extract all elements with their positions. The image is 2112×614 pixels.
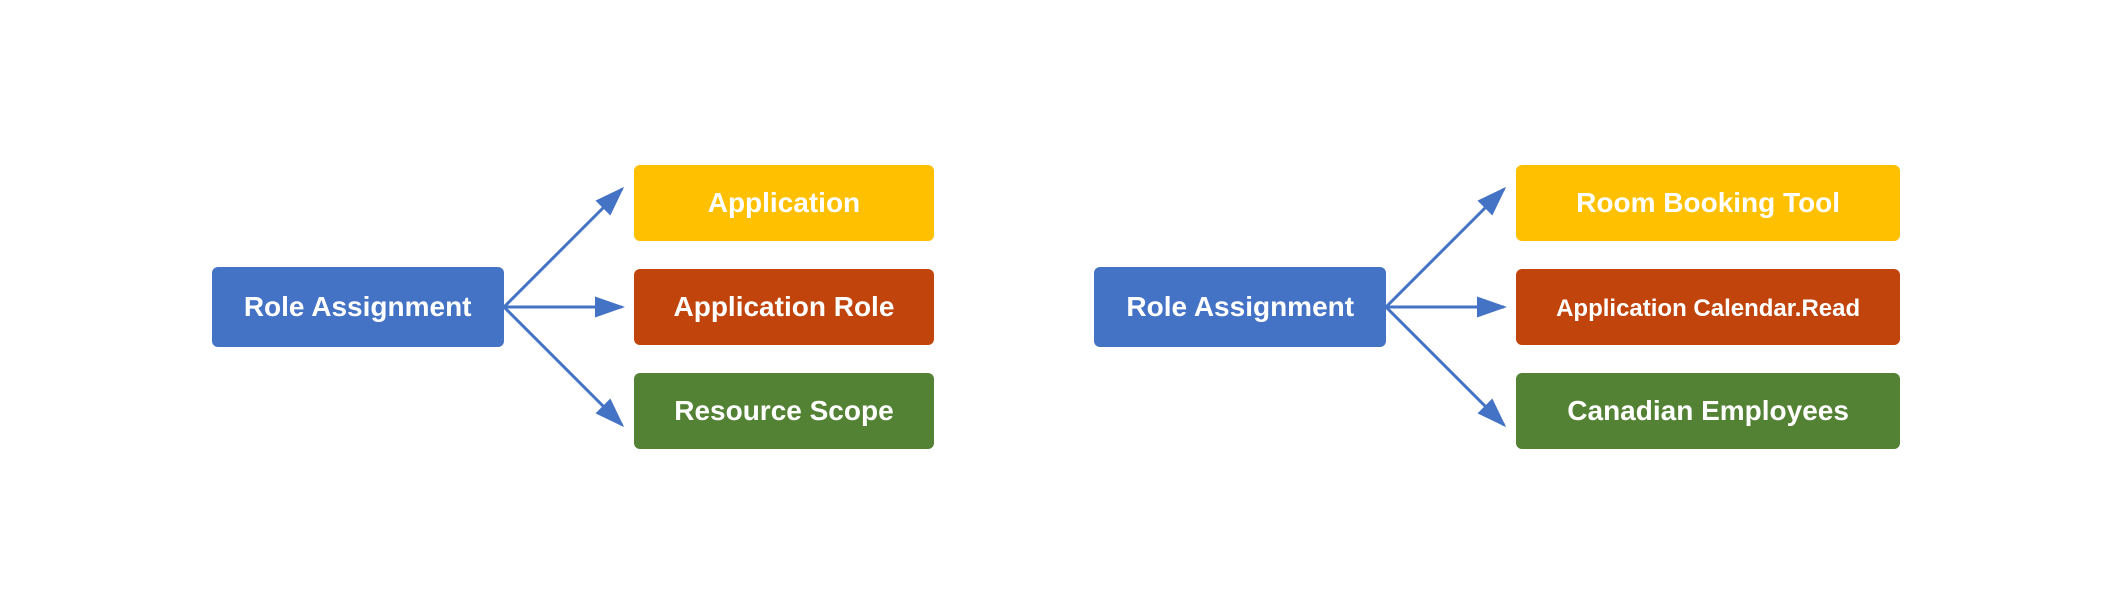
arrows-svg-2 bbox=[1386, 127, 1516, 487]
target-label-calendar-read: Application Calendar.Read bbox=[1556, 295, 1860, 322]
arrows-svg-1 bbox=[504, 127, 634, 487]
source-label-1: Role Assignment bbox=[244, 291, 472, 322]
target-label-application-role: Application Role bbox=[674, 291, 895, 322]
source-box-2: Role Assignment bbox=[1094, 267, 1386, 347]
target-boxes-2: Room Booking Tool Application Calendar.R… bbox=[1516, 165, 1900, 449]
target-label-canadian-employees: Canadian Employees bbox=[1567, 395, 1849, 426]
target-label-resource-scope: Resource Scope bbox=[674, 395, 893, 426]
source-label-2: Role Assignment bbox=[1126, 291, 1354, 322]
target-label-room-booking: Room Booking Tool bbox=[1576, 187, 1840, 218]
target-box-application: Application bbox=[634, 165, 935, 241]
diagrams-container: Role Assignment Application Applicat bbox=[0, 0, 2112, 614]
diagram-1: Role Assignment Application Applicat bbox=[212, 127, 935, 487]
target-box-application-role: Application Role bbox=[634, 269, 935, 345]
target-box-room-booking: Room Booking Tool bbox=[1516, 165, 1900, 241]
target-box-canadian-employees: Canadian Employees bbox=[1516, 373, 1900, 449]
diagram-2: Role Assignment Room Booking Tool Applic… bbox=[1094, 127, 1900, 487]
target-boxes-1: Application Application Role Resource Sc… bbox=[634, 165, 935, 449]
target-box-resource-scope: Resource Scope bbox=[634, 373, 935, 449]
target-box-calendar-read: Application Calendar.Read bbox=[1516, 269, 1900, 345]
target-label-application: Application bbox=[708, 187, 860, 218]
source-box-1: Role Assignment bbox=[212, 267, 504, 347]
